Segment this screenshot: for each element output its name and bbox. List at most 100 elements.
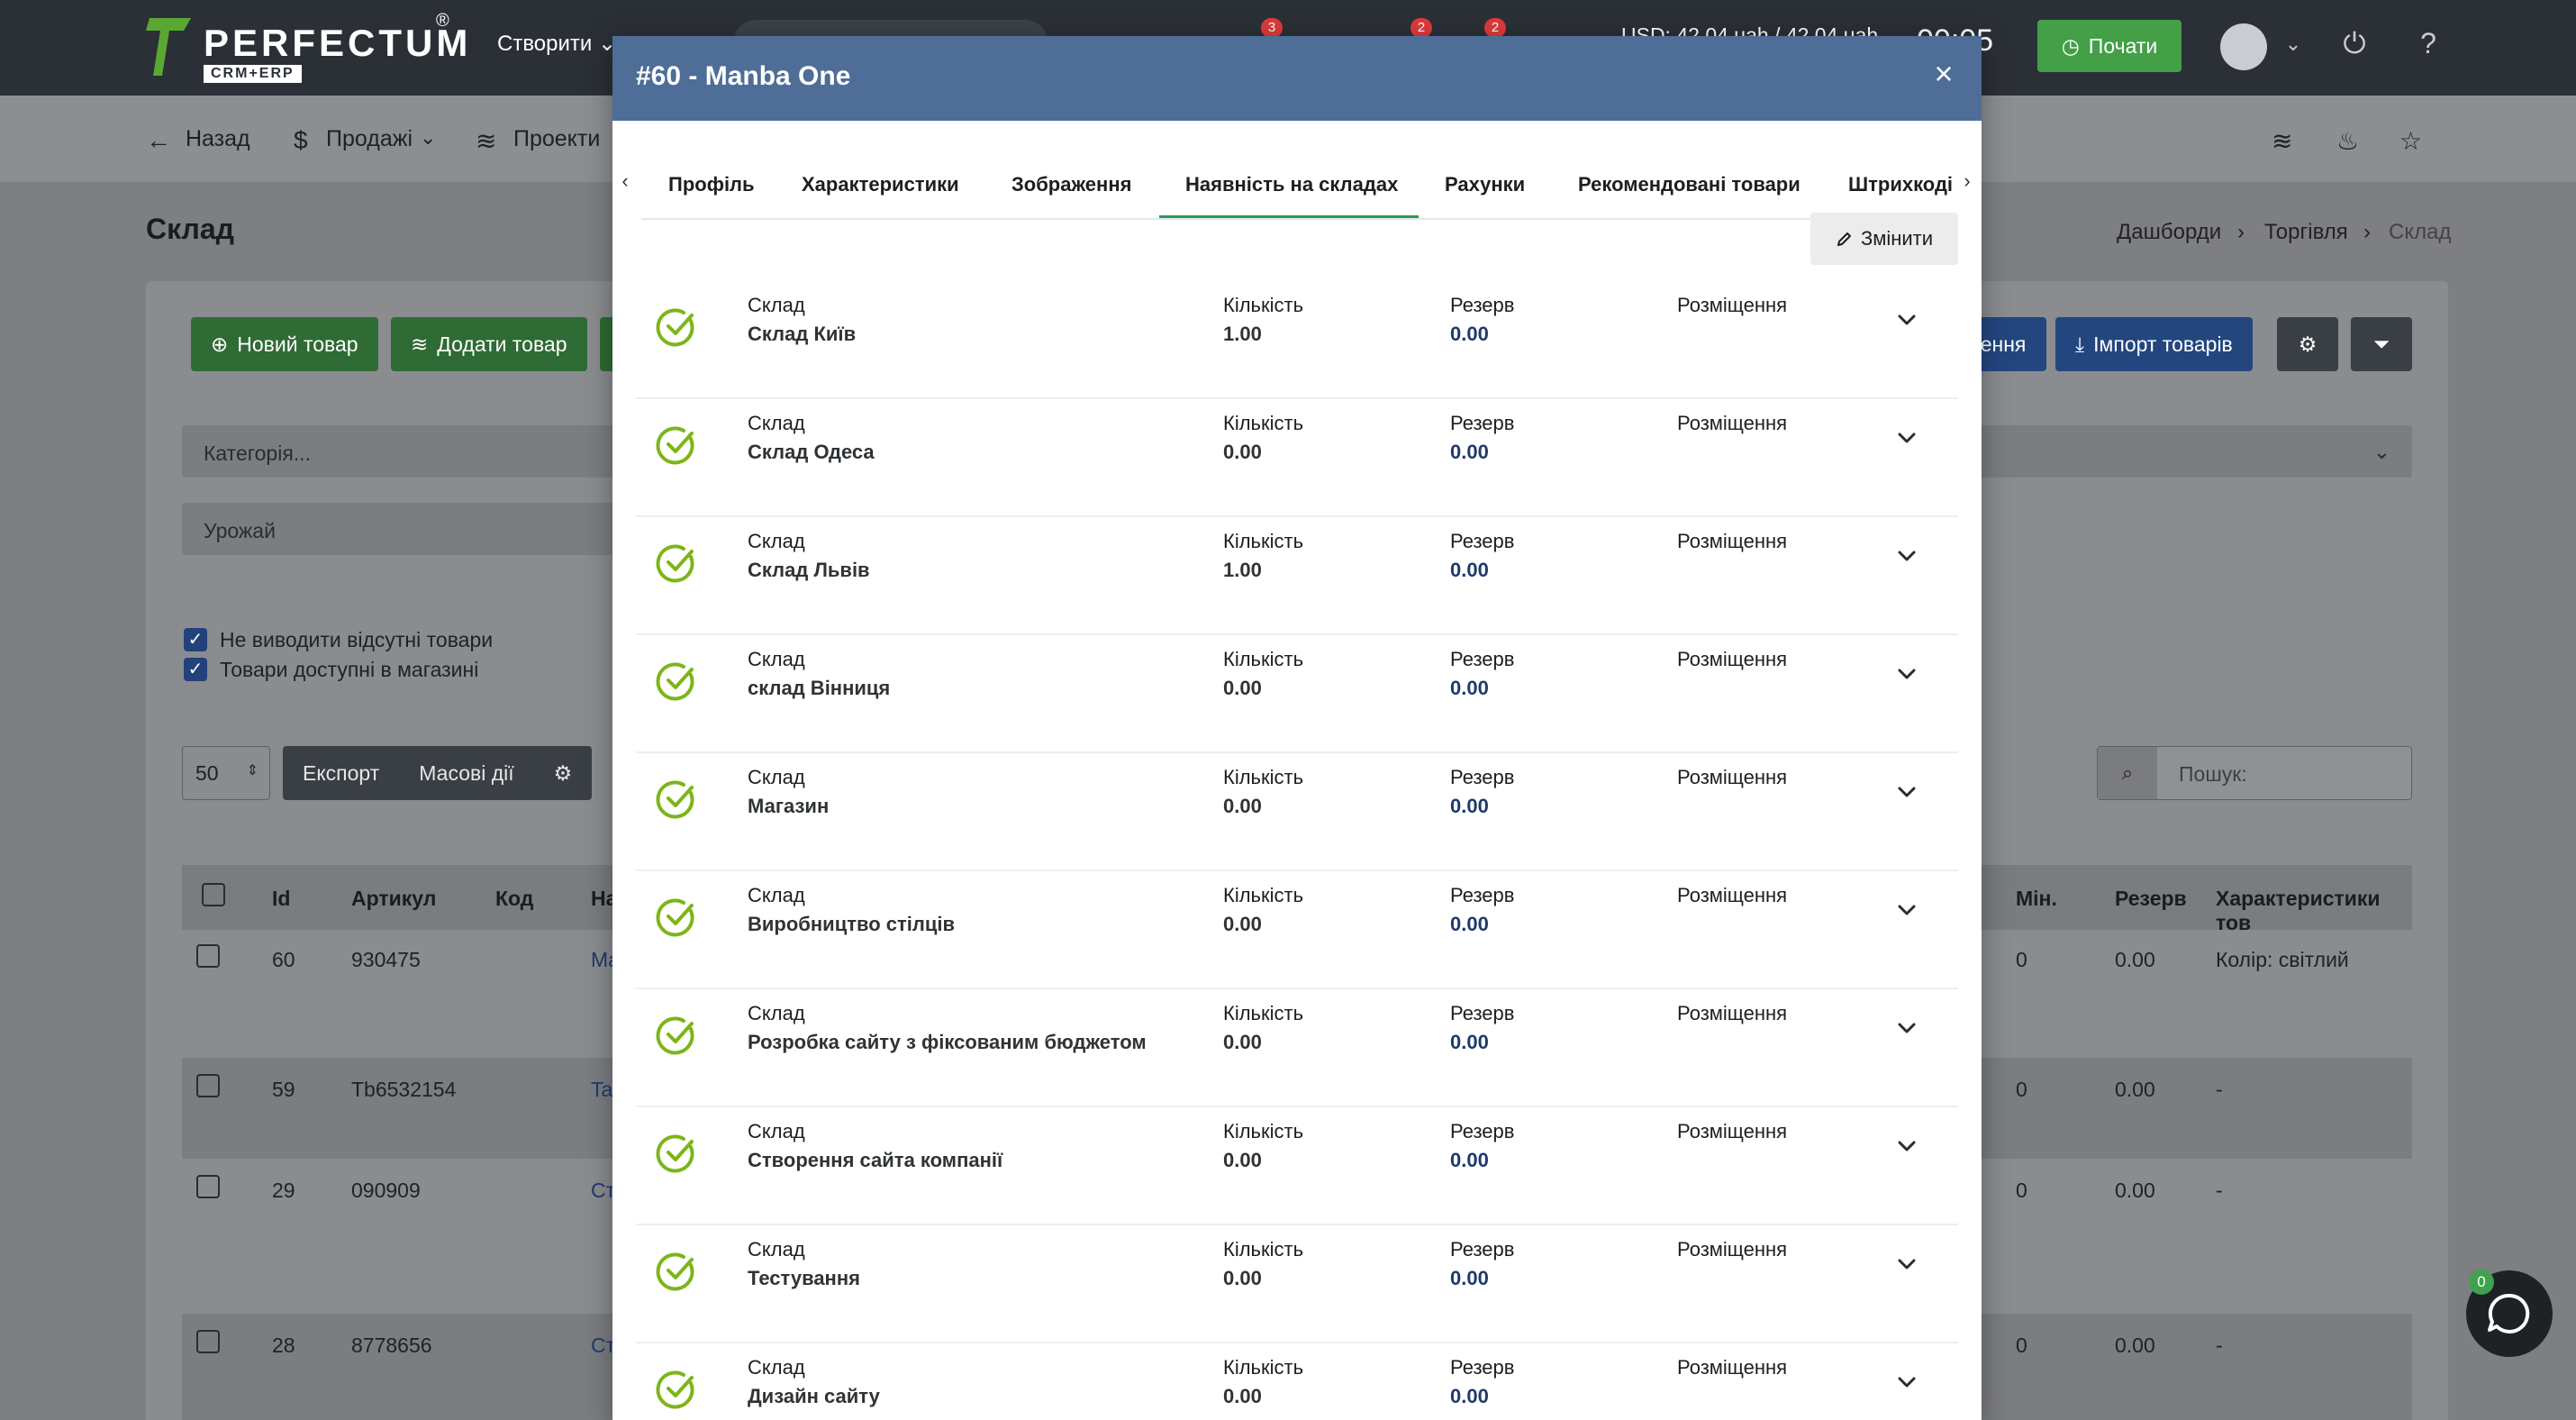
- reserve-label: Резерв: [1450, 1356, 1515, 1379]
- sort-icon: ⇕: [246, 763, 259, 778]
- reserve-value: 0.00: [1450, 677, 1489, 699]
- filter-button[interactable]: ⏷: [2351, 317, 2412, 371]
- tab-characteristics[interactable]: Характеристики: [802, 173, 959, 196]
- warehouse-row: Склад склад Вінниця Кількість 0.00 Резер…: [636, 635, 1958, 753]
- placement-label: Розміщення: [1677, 1120, 1788, 1142]
- chevron-down-icon[interactable]: [1893, 306, 1920, 333]
- chevron-down-icon[interactable]: [1893, 424, 1920, 451]
- export-button[interactable]: Експорт: [283, 761, 399, 786]
- reserve-label: Резерв: [1450, 294, 1515, 316]
- table-toolbar: Експорт Масові дії ⚙: [283, 746, 593, 800]
- warehouse-name: Розробка сайту з фіксованим бюджетом: [748, 1031, 1147, 1053]
- tab-invoices[interactable]: Рахунки: [1445, 173, 1525, 196]
- breadcrumb-trade[interactable]: Торгівля: [2264, 220, 2348, 245]
- start-timer-button[interactable]: ◷ Почати: [2037, 20, 2181, 72]
- layers-icon[interactable]: ≋: [2272, 126, 2292, 156]
- chevron-left-icon[interactable]: ‹: [616, 169, 634, 193]
- plus-circle-icon: ⊕: [211, 332, 229, 356]
- filter-icon: ⏷: [2372, 332, 2390, 356]
- row-min: 0: [2016, 1334, 2027, 1357]
- chevron-down-icon[interactable]: [1893, 897, 1920, 924]
- row-checkbox[interactable]: [196, 1175, 220, 1198]
- placement-label: Розміщення: [1677, 530, 1788, 552]
- shop-available-checkbox[interactable]: ✓: [184, 658, 207, 681]
- check-circle-icon: [656, 426, 694, 465]
- logo[interactable]: PERFECTUM CRM+ERP ®: [146, 11, 471, 83]
- column-sku[interactable]: Артикул: [351, 887, 436, 911]
- fire-icon[interactable]: ♨: [2336, 126, 2359, 156]
- row-checkbox[interactable]: [196, 1330, 220, 1353]
- row-checkbox[interactable]: [196, 944, 220, 968]
- row-name-link[interactable]: Ta: [591, 1078, 612, 1102]
- avatar[interactable]: [2220, 23, 2267, 70]
- new-product-button[interactable]: ⊕ Новий товар: [191, 317, 378, 371]
- chevron-right-icon[interactable]: ›: [1958, 169, 1976, 193]
- warehouse-name: Склад Одеса: [748, 441, 875, 463]
- row-reserve: 0.00: [2115, 1078, 2155, 1101]
- pencil-icon: [1837, 232, 1851, 246]
- hide-absent-checkbox[interactable]: ✓: [184, 628, 207, 651]
- breadcrumb-current: Склад: [2389, 220, 2452, 244]
- warehouse-row: Склад Склад Львів Кількість 1.00 Резерв …: [636, 517, 1958, 635]
- warehouse-row: Склад Тестування Кількість 0.00 Резерв 0…: [636, 1225, 1958, 1343]
- chevron-down-icon[interactable]: [1893, 1015, 1920, 1042]
- import-products-button[interactable]: ⤓ Імпорт товарів: [2055, 317, 2253, 371]
- edit-button[interactable]: Змінити: [1810, 213, 1958, 265]
- chevron-down-icon[interactable]: [1893, 1251, 1920, 1278]
- row-min: 0: [2016, 948, 2027, 971]
- gear-icon[interactable]: ⚙: [534, 761, 593, 786]
- back-link[interactable]: Назад: [186, 126, 250, 152]
- bulk-actions-button[interactable]: Масові дії: [399, 761, 533, 786]
- import-products-label: Імпорт товарів: [2093, 332, 2233, 356]
- chevron-down-icon[interactable]: ⌄: [2275, 32, 2311, 68]
- dollar-icon: $: [294, 126, 308, 154]
- settings-button[interactable]: ⚙: [2277, 317, 2338, 371]
- power-icon[interactable]: ⏻: [2336, 27, 2372, 63]
- add-product-button[interactable]: ≋ Додати товар: [391, 317, 587, 371]
- warehouse-row: Склад Магазин Кількість 0.00 Резерв 0.00…: [636, 753, 1958, 871]
- chevron-down-icon[interactable]: [1893, 1133, 1920, 1160]
- help-icon[interactable]: ?: [2410, 27, 2446, 63]
- harvest-select[interactable]: Урожай: [182, 503, 614, 555]
- check-circle-icon: [656, 1370, 694, 1409]
- quantity-value: 0.00: [1223, 1031, 1262, 1053]
- warehouse-label: Склад: [748, 1238, 805, 1261]
- tab-profile[interactable]: Профіль: [668, 173, 755, 196]
- column-code[interactable]: Код: [495, 887, 533, 911]
- quantity-value: 0.00: [1223, 441, 1262, 463]
- warehouse-label: Склад: [748, 884, 805, 906]
- reserve-label: Резерв: [1450, 1120, 1515, 1142]
- tab-recommended[interactable]: Рекомендовані товари: [1578, 173, 1800, 196]
- projects-menu[interactable]: Проекти: [513, 126, 600, 152]
- shop-available-label: Товари доступні в магазині: [220, 658, 479, 681]
- column-reserve[interactable]: Резерв: [2115, 887, 2187, 911]
- column-id[interactable]: Id: [272, 887, 290, 911]
- chevron-down-icon[interactable]: [1893, 778, 1920, 806]
- column-min[interactable]: Мін.: [2016, 887, 2057, 911]
- chevron-down-icon[interactable]: [1893, 660, 1920, 687]
- tab-barcodes[interactable]: Штрихкоді: [1848, 173, 1953, 196]
- star-icon[interactable]: ☆: [2399, 126, 2422, 156]
- download-icon: ⤓: [2075, 332, 2085, 356]
- column-characteristics[interactable]: Характеристики тов: [2216, 887, 2412, 935]
- check-circle-icon: [656, 1252, 694, 1291]
- tab-warehouse-stock[interactable]: Наявність на складах: [1185, 173, 1398, 196]
- chevron-down-icon[interactable]: [1893, 542, 1920, 569]
- tab-images[interactable]: Зображення: [1011, 173, 1131, 196]
- breadcrumb-dashboards[interactable]: Дашборди: [2117, 220, 2221, 245]
- reserve-label: Резерв: [1450, 766, 1515, 788]
- select-all-checkbox[interactable]: [202, 883, 225, 906]
- chevron-down-icon[interactable]: [1893, 1369, 1920, 1396]
- close-icon[interactable]: ×: [1926, 56, 1962, 92]
- warehouse-name: Створення сайта компанії: [748, 1149, 1003, 1171]
- warehouse-label: Склад: [748, 648, 805, 670]
- table-search[interactable]: ⌕ Пошук:: [2097, 746, 2412, 800]
- per-page-select[interactable]: 50 ⇕: [182, 746, 270, 800]
- quantity-label: Кількість: [1223, 884, 1304, 906]
- logo-registered: ®: [436, 11, 449, 31]
- row-checkbox[interactable]: [196, 1074, 220, 1097]
- create-menu[interactable]: Створити ⌄: [497, 31, 616, 57]
- row-min: 0: [2016, 1179, 2027, 1202]
- sales-menu[interactable]: Продажі: [326, 126, 413, 152]
- row-id: 29: [272, 1179, 295, 1202]
